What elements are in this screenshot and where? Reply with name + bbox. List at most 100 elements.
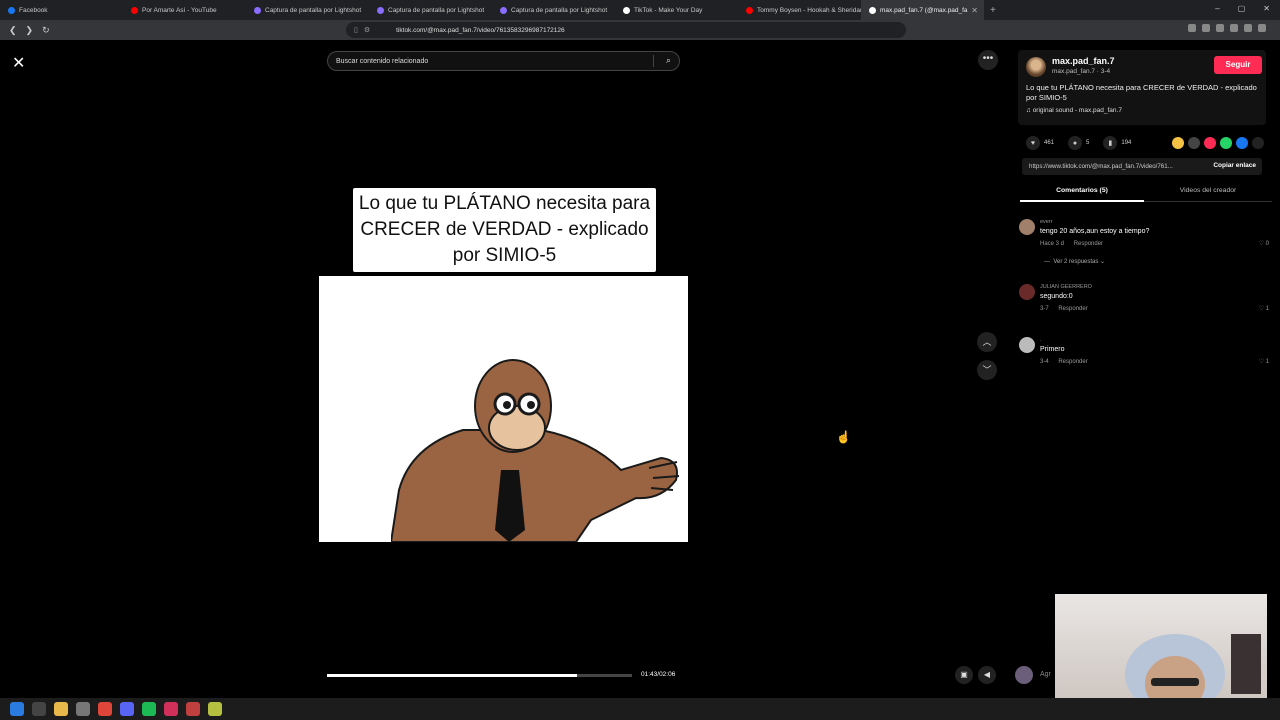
tab-favicon-icon (500, 6, 507, 14)
browser-tab[interactable]: Captura de pantalla por Lightshot (246, 0, 369, 20)
user-avatar[interactable] (1015, 666, 1033, 684)
browser-tab[interactable]: Captura de pantalla por Lightshot (369, 0, 492, 20)
sound-link[interactable]: ♫ original sound - max.pad_fan.7 (1026, 107, 1122, 114)
close-tab-icon[interactable]: ✕ (971, 6, 978, 15)
sound-name[interactable]: original sound - max.pad_fan.7 (1033, 107, 1122, 114)
next-video-button[interactable]: ﹀ (977, 360, 997, 380)
bookmark-icon[interactable]: ▮ (1103, 136, 1118, 150)
copy-link-button[interactable]: Copiar enlace (1213, 162, 1256, 169)
tab-creator-videos[interactable]: Videos del creador (1146, 187, 1270, 194)
discord-icon[interactable] (120, 702, 134, 716)
extension-icon[interactable] (1216, 24, 1224, 32)
app-icon[interactable] (186, 702, 200, 716)
volume-icon[interactable]: ◀ (978, 666, 996, 684)
tab-title: Por Amarte Así - YouTube (142, 6, 217, 14)
spotify-icon[interactable] (142, 702, 156, 716)
music-icon: ♫ (1026, 107, 1031, 114)
address-bar[interactable]: ▯ ⚙ tiktok.com/@max.pad_fan.7/video/7613… (346, 22, 906, 38)
comment-icon[interactable]: ● (1068, 136, 1083, 150)
forward-icon[interactable]: ❯ (26, 25, 34, 36)
engagement-stats: ♥ 461 ● 5 ▮ 194 (1026, 136, 1131, 150)
commenter-name[interactable]: everr (1040, 219, 1053, 225)
os-taskbar (0, 698, 1280, 720)
close-icon[interactable]: ✕ (12, 53, 25, 73)
commenter-name[interactable]: . (1040, 337, 1042, 343)
commenter-avatar[interactable] (1019, 284, 1035, 300)
share-option-icon[interactable] (1252, 137, 1264, 149)
comment-like-count: 1 (1265, 306, 1269, 312)
tab-title: max.pad_fan.7 (@max.pad_fa (880, 6, 968, 14)
share-icons (1172, 137, 1264, 149)
share-option-icon[interactable] (1220, 137, 1232, 149)
bookmark-page-icon[interactable]: ▯ (354, 26, 358, 34)
share-option-icon[interactable] (1172, 137, 1184, 149)
app-icon[interactable] (208, 702, 222, 716)
previous-video-button[interactable]: ︿ (977, 332, 997, 352)
new-tab-button[interactable]: + (990, 5, 996, 16)
share-option-icon[interactable] (1188, 137, 1200, 149)
maximize-button[interactable]: ▢ (1238, 4, 1246, 13)
video-progress-fill (327, 674, 578, 677)
video-description: Lo que tu PLÁTANO necesita para CRECER d… (1026, 83, 1257, 102)
browser-tab[interactable]: Tommy Boysen - Hookah & Sheridan (738, 0, 861, 20)
tab-title: Captura de pantalla por Lightshot (388, 6, 485, 14)
commenter-avatar[interactable] (1019, 337, 1035, 353)
minimize-button[interactable]: – (1215, 4, 1219, 13)
comment-like[interactable]: ♡ 1 (1259, 358, 1269, 365)
browser-tab[interactable]: TikTok - Make Your Day (615, 0, 738, 20)
browser-tab[interactable]: Captura de pantalla por Lightshot (492, 0, 615, 20)
extension-icon[interactable] (1258, 24, 1266, 32)
reload-icon[interactable]: ↻ (42, 25, 50, 36)
share-option-icon[interactable] (1204, 137, 1216, 149)
share-option-icon[interactable] (1236, 137, 1248, 149)
reply-button[interactable]: Responder (1074, 241, 1103, 247)
start-menu-icon[interactable] (10, 702, 24, 716)
commenter-avatar[interactable] (1019, 219, 1035, 235)
search-taskbar-icon[interactable] (32, 702, 46, 716)
extension-icon[interactable] (1202, 24, 1210, 32)
like-icon[interactable]: ♥ (1026, 136, 1040, 150)
reply-button[interactable]: Responder (1058, 306, 1087, 312)
comment-like[interactable]: ♡ 1 (1259, 305, 1269, 312)
tab-title: Tommy Boysen - Hookah & Sheridan (757, 6, 861, 14)
follow-button[interactable]: Seguir (1214, 56, 1262, 74)
view-replies-button[interactable]: — Ver 2 respuestas ⌄ (1044, 258, 1105, 265)
app-icon[interactable] (76, 702, 90, 716)
window-controls: – ▢ ✕ (1215, 4, 1270, 13)
tab-title: Captura de pantalla por Lightshot (511, 6, 608, 14)
extension-icon[interactable] (1244, 24, 1252, 32)
url-text[interactable]: tiktok.com/@max.pad_fan.7/video/76135832… (396, 27, 565, 34)
share-link-text[interactable]: https://www.tiktok.com/@max.pad_fan.7/vi… (1029, 163, 1173, 170)
search-icon[interactable]: ⌕ (666, 55, 671, 66)
browser-tab[interactable]: Facebook (0, 0, 123, 20)
search-placeholder: Buscar contenido relacionado (336, 57, 429, 65)
tab-favicon-icon (869, 6, 876, 14)
close-window-button[interactable]: ✕ (1263, 4, 1270, 13)
tab-favicon-icon (377, 6, 384, 14)
back-icon[interactable]: ❮ (9, 25, 17, 36)
comment-meta: 3-7 Responder (1040, 306, 1096, 312)
add-label[interactable]: Agr (1040, 671, 1051, 678)
picture-in-picture-icon[interactable]: ▣ (955, 666, 973, 684)
browser-tab[interactable]: max.pad_fan.7 (@max.pad_fa ✕ (861, 0, 984, 20)
tab-comments[interactable]: Comentarios (5) (1020, 187, 1144, 194)
video-time: 01:43/02:06 (641, 671, 676, 678)
related-search-input[interactable]: Buscar contenido relacionado ⌕ (327, 51, 680, 71)
brave-browser-icon[interactable] (98, 702, 112, 716)
comment-like[interactable]: ♡ 0 (1259, 240, 1269, 247)
creator-avatar[interactable] (1026, 57, 1046, 77)
creator-name[interactable]: max.pad_fan.7 (1052, 56, 1115, 66)
reply-button[interactable]: Responder (1058, 359, 1087, 365)
extension-icon[interactable] (1188, 24, 1196, 32)
tab-favicon-icon (131, 6, 138, 14)
site-info-icon[interactable]: ⚙ (364, 26, 370, 34)
app-icon[interactable] (164, 702, 178, 716)
video-progress-bar[interactable] (327, 674, 632, 677)
extension-icon[interactable] (1230, 24, 1238, 32)
file-explorer-icon[interactable] (54, 702, 68, 716)
browser-tab[interactable]: Por Amarte Así - YouTube (123, 0, 246, 20)
video-player[interactable]: Lo que tu PLÁTANO necesita para CRECER d… (319, 80, 688, 698)
more-options-button[interactable]: ••• (978, 50, 998, 70)
commenter-name[interactable]: JULIAN GEERRERO (1040, 284, 1092, 290)
tab-title: Captura de pantalla por Lightshot (265, 6, 362, 14)
